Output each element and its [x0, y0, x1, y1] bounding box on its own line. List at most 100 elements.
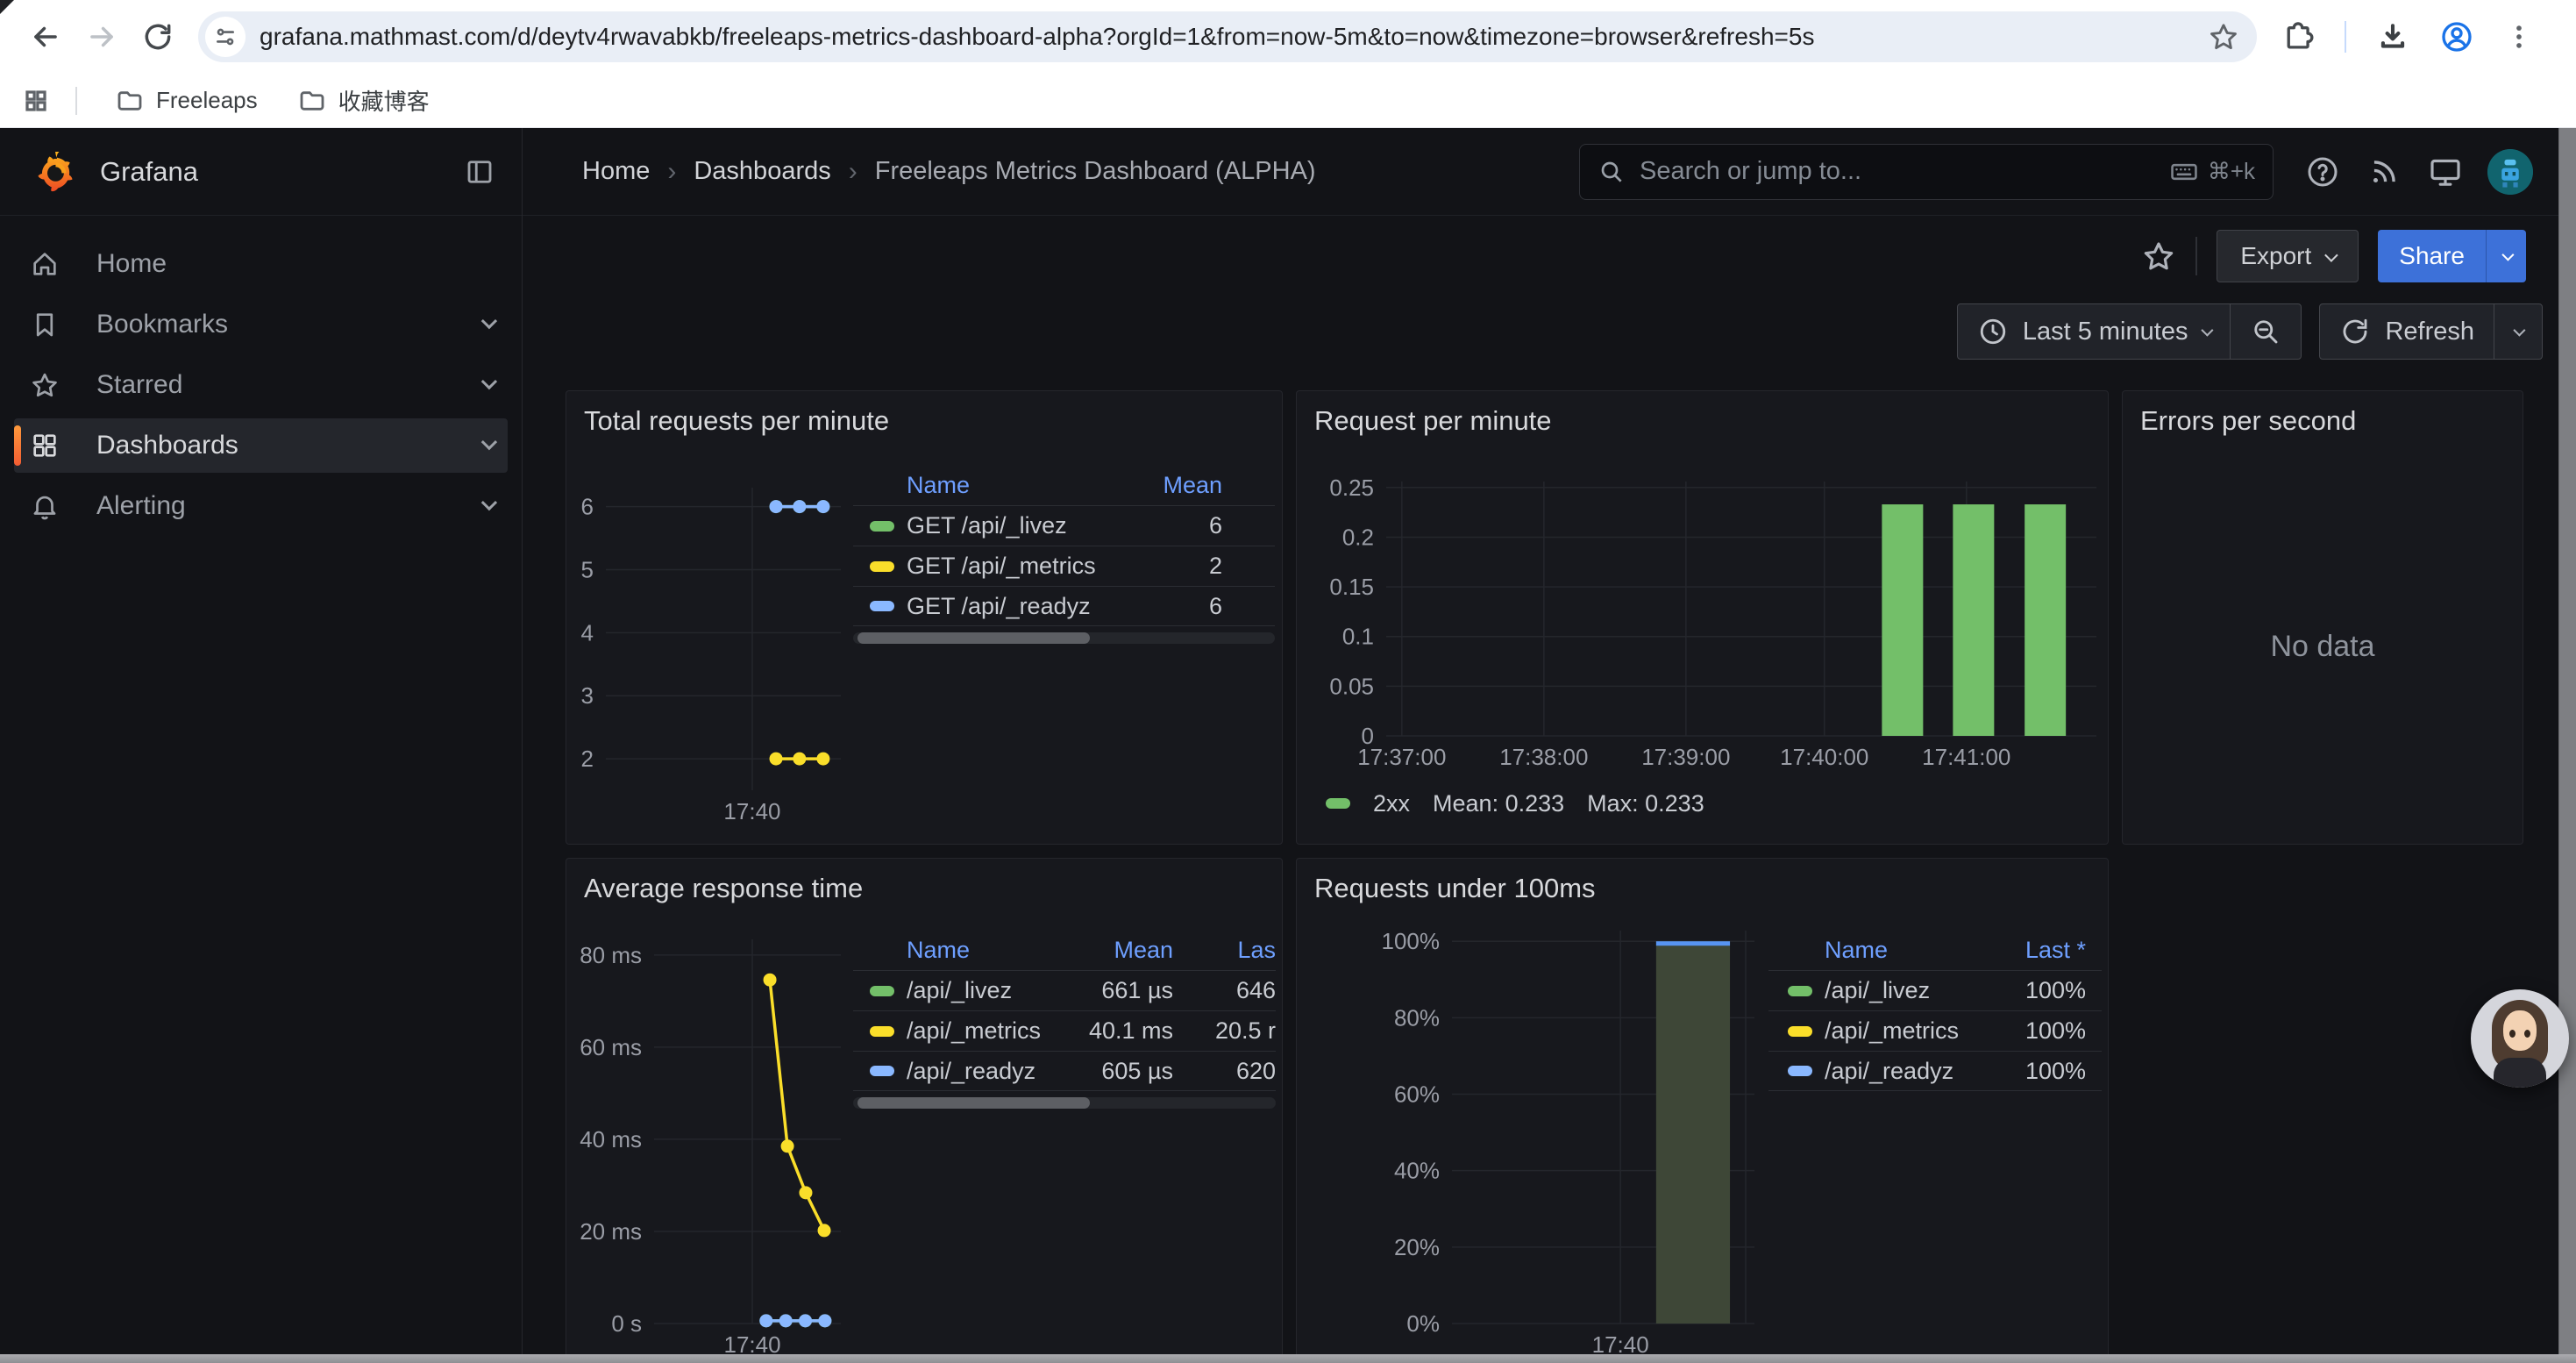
search-icon	[1598, 158, 1626, 186]
legend-row[interactable]: /api/_readyz 100%	[1768, 1051, 2102, 1091]
downloads-icon[interactable]	[2376, 20, 2409, 54]
svg-text:40%: 40%	[1394, 1158, 1440, 1184]
legend-row[interactable]: /api/_metrics 40.1 ms 20.5 r	[853, 1010, 1276, 1051]
chevron-down-icon[interactable]	[482, 377, 494, 393]
request-per-minute-chart[interactable]: 0.250.20.150.10.05017:37:0017:38:0017:39…	[1297, 391, 2108, 844]
legend-row[interactable]: GET /api/_readyz 6	[853, 586, 1275, 626]
series-color-pill	[1788, 1026, 1812, 1037]
user-avatar[interactable]	[2487, 149, 2533, 195]
legend-scrollbar[interactable]	[853, 632, 1275, 644]
news-rss-icon[interactable]	[2365, 153, 2403, 191]
vertical-scrollbar[interactable]	[2558, 128, 2576, 1354]
browser-back-button[interactable]	[18, 9, 74, 65]
refresh-label: Refresh	[2385, 318, 2474, 346]
browser-profile-icon[interactable]	[2439, 19, 2474, 54]
chevron-down-icon[interactable]	[482, 498, 494, 514]
svg-text:0.2: 0.2	[1342, 524, 1374, 550]
bookmark-folder-freeleaps[interactable]: Freeleaps	[100, 80, 274, 122]
legend-row[interactable]: /api/_livez 661 µs 646	[853, 970, 1276, 1010]
legend-header-mean[interactable]: Mean	[1077, 937, 1173, 964]
chart-legend[interactable]: 2xx Mean: 0.233 Max: 0.233	[1326, 788, 1704, 819]
folder-icon	[298, 87, 326, 115]
svg-text:20%: 20%	[1394, 1234, 1440, 1260]
legend-scrollbar[interactable]	[853, 1097, 1276, 1109]
extensions-icon[interactable]	[2281, 20, 2315, 54]
panel-request-per-minute[interactable]: Request per minute 0.250.20.150.10.05017…	[1296, 390, 2109, 845]
sidebar-item-label: Bookmarks	[96, 310, 228, 339]
browser-menu-kebab-icon[interactable]	[2504, 22, 2534, 52]
search-input[interactable]	[1640, 157, 2169, 186]
home-icon	[30, 249, 60, 279]
legend-table: Name Mean Las /api/_livez 661 µs 646 /ap…	[853, 930, 1276, 1109]
svg-text:0.05: 0.05	[1329, 673, 1374, 699]
bookmarks-bar: Freeleaps 收藏博客	[0, 74, 2576, 128]
panel-total-requests[interactable]: Total requests per minute 6543217:40 Nam…	[566, 390, 1283, 845]
site-settings-icon[interactable]	[205, 17, 246, 57]
series-color-pill	[870, 1026, 894, 1037]
horizontal-scrollbar[interactable]	[0, 1354, 2576, 1363]
legend-row[interactable]: /api/_metrics 100%	[1768, 1010, 2102, 1051]
apps-grid-icon	[30, 431, 60, 460]
bookmarks-divider	[75, 87, 77, 115]
legend-row[interactable]: /api/_livez 100%	[1768, 970, 2102, 1010]
bookmark-apps-grid-icon[interactable]	[23, 88, 49, 114]
panel-average-response-time[interactable]: Average response time 80 ms60 ms40 ms20 …	[566, 858, 1283, 1363]
sidebar-item-starred[interactable]: Starred	[14, 358, 508, 412]
sidebar-item-alerting[interactable]: Alerting	[14, 479, 508, 533]
chevron-down-icon[interactable]	[482, 438, 494, 453]
legend-header-mean[interactable]: Mean	[1126, 472, 1222, 499]
zoom-out-time-range-button[interactable]	[2230, 304, 2301, 359]
svg-text:0.15: 0.15	[1329, 574, 1374, 600]
bookmark-folder-blogs[interactable]: 收藏博客	[282, 77, 445, 124]
legend-header-name[interactable]: Name	[870, 937, 1077, 964]
share-button[interactable]: Share	[2378, 230, 2486, 282]
refresh-interval-caret[interactable]	[2494, 304, 2542, 359]
panel-requests-under-100ms[interactable]: Requests under 100ms 100%80%60%40%20%0%1…	[1296, 858, 2109, 1363]
legend-header-last[interactable]: Last *	[1989, 937, 2086, 964]
dashboard-toolbar: Export Share	[523, 216, 2576, 296]
share-menu-caret[interactable]	[2486, 230, 2526, 282]
bookmark-folder-label: 收藏博客	[338, 84, 430, 117]
sidebar-item-home[interactable]: Home	[14, 237, 508, 291]
browser-forward-button[interactable]	[74, 9, 130, 65]
assistant-avatar-button[interactable]	[2471, 989, 2569, 1088]
legend-row[interactable]: GET /api/_livez 6	[853, 505, 1275, 546]
legend-header-last[interactable]: Las	[1173, 937, 1276, 964]
browser-reload-button[interactable]	[130, 9, 186, 65]
legend-header-name[interactable]: Name	[870, 472, 1126, 499]
favorite-dashboard-star-icon[interactable]	[2141, 239, 2176, 274]
url-text[interactable]: grafana.mathmast.com/d/deytv4rwavabkb/fr…	[260, 23, 2197, 51]
legend-series-label[interactable]: 2xx	[1373, 790, 1410, 817]
series-color-pill	[870, 561, 894, 572]
series-color-pill	[870, 521, 894, 532]
sidebar-item-bookmarks[interactable]: Bookmarks	[14, 297, 508, 352]
export-button[interactable]: Export	[2217, 230, 2359, 282]
avatar-face	[2503, 1010, 2537, 1051]
panel-errors-per-second[interactable]: Errors per second No data	[2122, 390, 2523, 845]
legend-row[interactable]: GET /api/_metrics 2	[853, 546, 1275, 586]
sidebar-item-label: Starred	[96, 370, 182, 400]
grafana-header: Home › Dashboards › Freeleaps Metrics Da…	[523, 128, 2576, 216]
help-icon[interactable]	[2303, 153, 2342, 191]
grafana-logo[interactable]	[32, 148, 79, 196]
panel-title[interactable]: Errors per second	[2140, 405, 2356, 437]
star-icon	[30, 370, 60, 400]
bookmark-page-star-icon[interactable]	[2208, 21, 2239, 53]
chevron-down-icon[interactable]	[482, 317, 494, 332]
sidebar-item-dashboards[interactable]: Dashboards	[14, 418, 508, 473]
search-box[interactable]: ⌘+k	[1579, 144, 2274, 200]
svg-text:17:38:00: 17:38:00	[1499, 744, 1588, 770]
bookmark-folder-label: Freeleaps	[156, 87, 258, 114]
toolbar-divider	[2345, 21, 2346, 53]
series-color-pill	[870, 601, 894, 611]
time-range-picker[interactable]: Last 5 minutes	[1958, 304, 2231, 359]
chevron-down-icon	[2324, 248, 2338, 262]
dock-menu-icon[interactable]	[459, 151, 501, 193]
breadcrumb-home[interactable]: Home	[582, 157, 650, 186]
refresh-button[interactable]: Refresh	[2320, 304, 2494, 359]
breadcrumb-dashboards[interactable]: Dashboards	[694, 157, 830, 186]
monitor-icon[interactable]	[2426, 153, 2465, 191]
legend-row[interactable]: /api/_readyz 605 µs 620	[853, 1051, 1276, 1091]
legend-header-name[interactable]: Name	[1788, 937, 1989, 964]
address-bar[interactable]: grafana.mathmast.com/d/deytv4rwavabkb/fr…	[198, 11, 2257, 62]
